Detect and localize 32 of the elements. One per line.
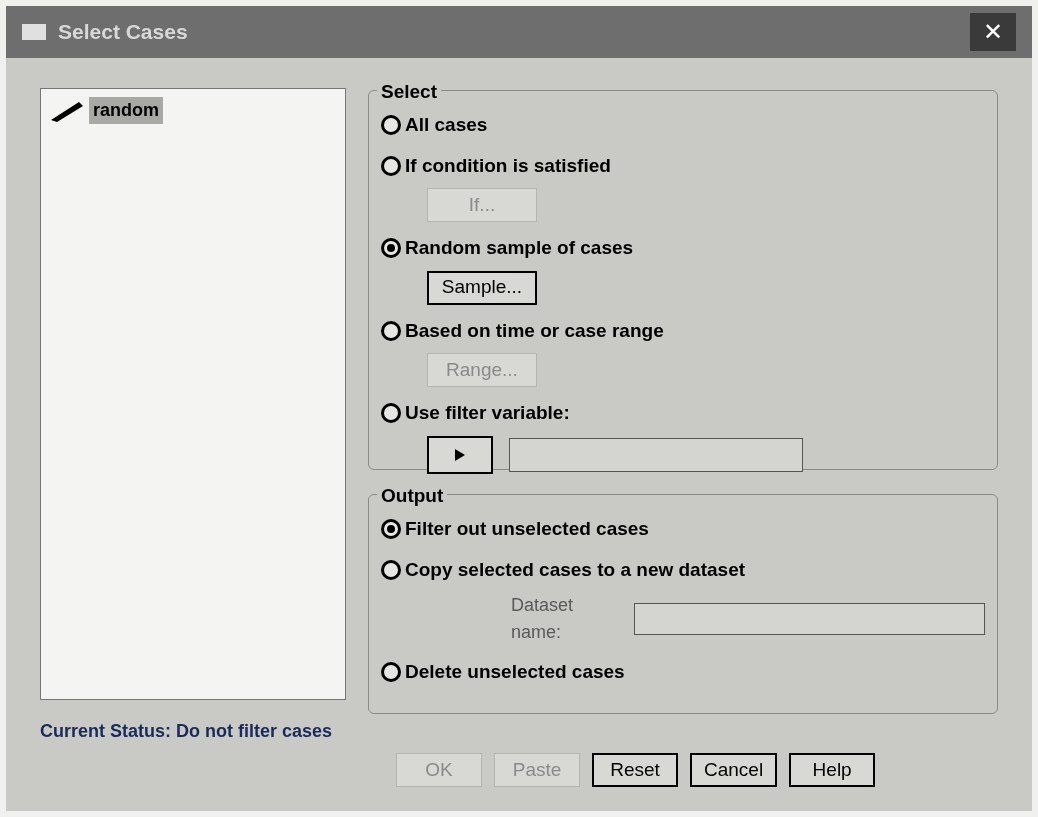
radio-button[interactable] xyxy=(381,519,401,540)
dialog-button[interactable]: Sample... xyxy=(427,270,537,305)
variable-item[interactable]: random xyxy=(89,97,163,124)
dialog-button[interactable]: Reset xyxy=(592,753,678,787)
filter-variable-field[interactable] xyxy=(509,437,803,472)
radio-button[interactable] xyxy=(381,403,401,424)
dataset-name-field[interactable] xyxy=(633,603,985,635)
close-button[interactable]: ✕ xyxy=(970,13,1016,51)
pencil-icon xyxy=(49,99,85,122)
dialog-button[interactable]: Help xyxy=(789,753,876,787)
radio-button[interactable] xyxy=(381,155,401,176)
radio-button[interactable] xyxy=(381,115,401,136)
play-icon xyxy=(455,448,465,461)
option-label: If condition is satisfied xyxy=(405,153,611,178)
radio-button[interactable] xyxy=(381,238,401,259)
radio-button[interactable] xyxy=(381,559,401,580)
status-text: Current Status: Do not filter cases xyxy=(39,720,334,743)
option-label: Random sample of cases xyxy=(405,236,634,260)
radio-button[interactable] xyxy=(381,662,401,683)
option-label: Filter out unselected cases xyxy=(405,517,649,541)
variable-list[interactable]: random xyxy=(40,88,346,700)
option-label: Delete unselected cases xyxy=(405,660,625,684)
option-label: Based on time or case range xyxy=(405,318,664,343)
option-label: Use filter variable: xyxy=(405,401,570,425)
option-label: All cases xyxy=(405,113,488,137)
field-label: Dataset name: xyxy=(511,594,575,644)
window-icon xyxy=(22,24,46,40)
dialog-button[interactable]: Cancel xyxy=(690,753,778,787)
move-arrow-button[interactable] xyxy=(427,435,493,474)
option-label: Copy selected cases to a new dataset xyxy=(405,557,746,582)
radio-button[interactable] xyxy=(381,320,401,341)
window-title: Select Cases xyxy=(58,19,189,46)
